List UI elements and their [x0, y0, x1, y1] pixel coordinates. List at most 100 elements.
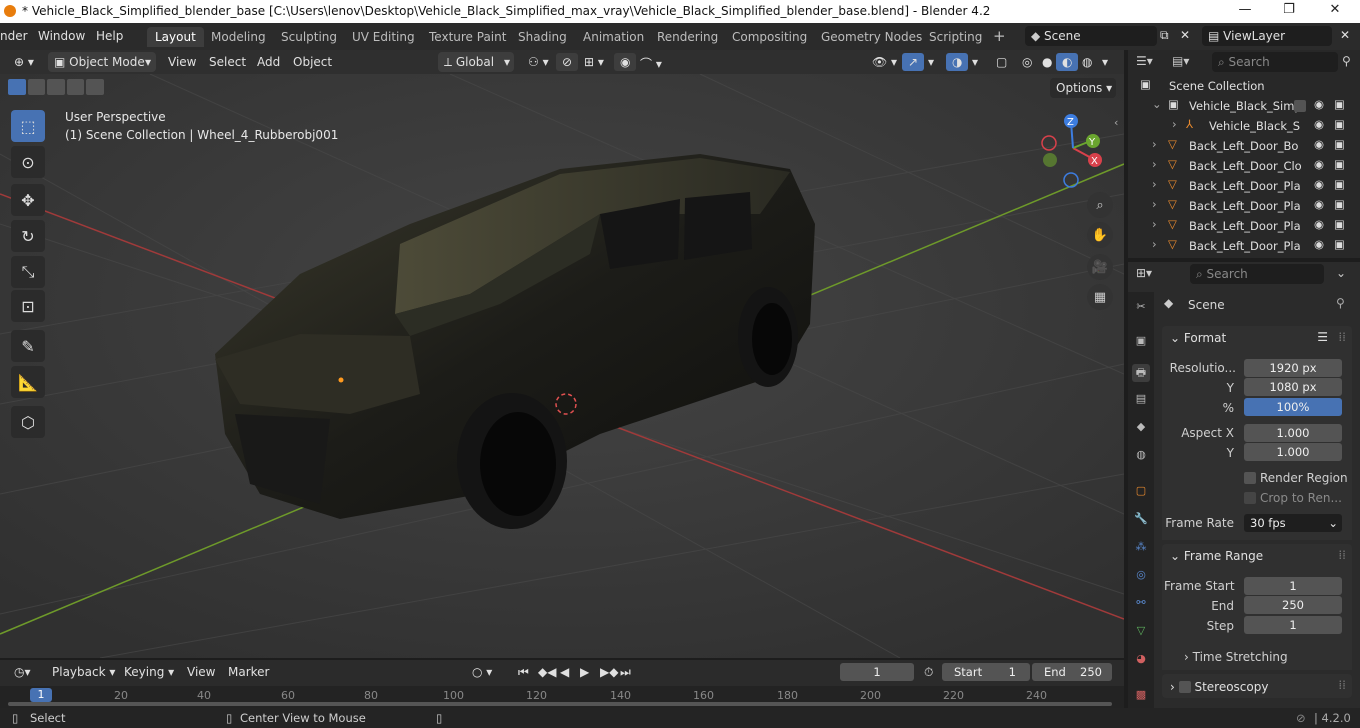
3d-viewport[interactable]: User Perspective (1) Scene Collection | … [0, 74, 1124, 658]
filter-icon[interactable]: ⚲ [1342, 54, 1351, 68]
select-intersect-icon[interactable] [86, 79, 104, 95]
menu-window[interactable]: Window [38, 29, 85, 43]
outliner-item[interactable]: › ▽ Back_Left_Door_Pla ◉ ▣ [1128, 177, 1360, 197]
camera-icon[interactable]: ▣ [1334, 117, 1345, 131]
camera-icon[interactable]: ▣ [1334, 157, 1345, 171]
resolution-y-field[interactable]: 1080 px [1244, 378, 1342, 396]
select-new-icon[interactable] [8, 79, 26, 95]
exclude-checkbox[interactable] [1294, 100, 1306, 112]
constraints-tab-icon[interactable]: ⚯ [1132, 596, 1150, 614]
modifier-tab-icon[interactable]: 🔧 [1132, 512, 1150, 530]
texture-tab-icon[interactable]: ▩ [1132, 688, 1150, 706]
outliner-item[interactable]: › ▽ Back_Left_Door_Clo ◉ ▣ [1128, 157, 1360, 177]
stopwatch-icon[interactable]: ⏱ [918, 663, 939, 681]
eye-icon[interactable]: ◉ [1314, 117, 1324, 131]
outliner-item[interactable]: › ⅄ Vehicle_Black_S ◉ ▣ [1128, 117, 1360, 137]
output-tab-icon[interactable]: 🖶 [1132, 364, 1150, 382]
view-layer-tab-icon[interactable]: ▤ [1132, 392, 1150, 410]
remove-view-layer-icon[interactable]: ✕ [1340, 28, 1350, 42]
eye-icon[interactable]: ◉ [1314, 197, 1324, 211]
navigation-gizmo[interactable]: X Y Z [1035, 110, 1115, 190]
camera-icon[interactable]: ▣ [1334, 197, 1345, 211]
eye-icon[interactable]: ◉ [1314, 97, 1324, 111]
outliner-item[interactable]: › ▽ Back_Left_Door_Pla ◉ ▣ [1128, 217, 1360, 237]
time-stretching-subpanel[interactable]: › Time Stretching [1184, 650, 1288, 664]
delete-scene-icon[interactable]: ✕ [1180, 28, 1190, 42]
select-subtract-icon[interactable] [47, 79, 65, 95]
chevron-down-icon[interactable]: ⌄ [1336, 266, 1346, 280]
aspect-y-field[interactable]: 1.000 [1244, 443, 1342, 461]
eye-icon[interactable]: ◉ [1314, 237, 1324, 251]
camera-icon[interactable]: ▣ [1334, 137, 1345, 151]
render-tab-icon[interactable]: ▣ [1132, 334, 1150, 352]
properties-search-input[interactable]: ⌕ Search [1190, 264, 1324, 284]
world-tab-icon[interactable]: ◍ [1132, 448, 1150, 466]
add-workspace-button[interactable]: + [985, 27, 1014, 47]
perspective-toggle-icon[interactable]: ▦ [1087, 284, 1113, 310]
camera-icon[interactable]: ▣ [1334, 177, 1345, 191]
move-tool-icon[interactable]: ✥ [11, 184, 45, 216]
falloff-icon[interactable]: ⌒ ▾ [634, 53, 668, 71]
scene-selector[interactable]: ◆ Scene [1025, 26, 1157, 46]
tab-texture-paint[interactable]: Texture Paint [421, 27, 514, 47]
play-icon[interactable]: ▶ [574, 663, 595, 681]
view-layer-selector[interactable]: ▤ ViewLayer [1202, 26, 1332, 46]
minimize-button[interactable]: — [1230, 2, 1260, 20]
outliner-item[interactable]: › ▽ Back_Left_Door_Pla ◉ ▣ [1128, 197, 1360, 217]
auto-keying-icon[interactable]: ○ ▾ [466, 663, 498, 681]
tab-rendering[interactable]: Rendering [649, 27, 726, 47]
format-panel-header[interactable]: ⌄ Format ☰ ⁞⁞ [1162, 326, 1352, 350]
tab-animation[interactable]: Animation [575, 27, 652, 47]
outliner-item[interactable]: ⌄ ▣ Vehicle_Black_Simp ◉ ▣ [1128, 97, 1360, 117]
frame-end-field[interactable]: 250 [1244, 596, 1342, 614]
scale-tool-icon[interactable]: ⤡ [11, 256, 45, 288]
timeline-end-field[interactable]: End 250 [1032, 663, 1112, 681]
resolution-percent-field[interactable]: 100% [1244, 398, 1342, 416]
menu-playback[interactable]: Playback ▾ [46, 663, 121, 681]
menu-help[interactable]: Help [96, 29, 123, 43]
play-reverse-icon[interactable]: ◀ [554, 663, 575, 681]
add-cube-tool-icon[interactable]: ⬡ [11, 406, 45, 438]
tab-compositing[interactable]: Compositing [724, 27, 815, 47]
tab-sculpting[interactable]: Sculpting [273, 27, 345, 47]
snap-icon[interactable]: ⊘ [556, 53, 579, 71]
menu-keying[interactable]: Keying ▾ [118, 663, 180, 681]
select-extend-icon[interactable] [27, 79, 46, 95]
camera-icon[interactable]: ▣ [1334, 97, 1345, 111]
tab-modeling[interactable]: Modeling [203, 27, 274, 47]
outliner-display-mode-icon[interactable]: ▤▾ [1172, 54, 1189, 68]
tab-layout[interactable]: Layout [147, 27, 204, 47]
tab-shading[interactable]: Shading [510, 27, 575, 47]
current-frame-field[interactable]: 1 [840, 663, 914, 681]
properties-editor-type-icon[interactable]: ⊞▾ [1136, 266, 1152, 280]
tab-uv-editing[interactable]: UV Editing [344, 27, 423, 47]
eye-icon[interactable]: ◉ [1314, 177, 1324, 191]
drag-handle-icon[interactable]: ⁞⁞ [1338, 330, 1346, 344]
editor-type-icon[interactable]: ⊕ ▾ [8, 53, 40, 71]
crop-checkbox[interactable] [1244, 492, 1256, 504]
data-tab-icon[interactable]: ▽ [1132, 624, 1150, 642]
stereoscopy-checkbox[interactable] [1178, 681, 1191, 693]
object-tab-icon[interactable]: ▢ [1132, 484, 1150, 502]
menu-render[interactable]: nder [0, 29, 28, 43]
outliner-editor-type-icon[interactable]: ☰▾ [1136, 54, 1153, 68]
eye-icon[interactable]: ◉ [1314, 157, 1324, 171]
object-mode-dropdown[interactable]: ▣ Object Mode ▾ [48, 52, 156, 72]
timeline-editor-type-icon[interactable]: ◷▾ [8, 663, 37, 681]
frame-range-panel-header[interactable]: ⌄ Frame Range ⁞⁞ [1162, 544, 1352, 568]
rotate-tool-icon[interactable]: ↻ [11, 220, 45, 252]
measure-tool-icon[interactable]: 📐 [11, 366, 45, 398]
material-tab-icon[interactable]: ◕ [1132, 652, 1150, 670]
transform-orientation-dropdown[interactable]: ⟂ Global ▾ [438, 52, 514, 72]
select-invert-icon[interactable] [66, 79, 85, 95]
tool-tab-icon[interactable]: ✂ [1132, 300, 1150, 318]
frame-rate-dropdown[interactable]: 30 fps ⌄ [1244, 514, 1342, 532]
camera-icon[interactable]: ▣ [1334, 217, 1345, 231]
options-button[interactable]: Options ▾ [1050, 78, 1116, 98]
scene-tab-icon[interactable]: ◆ [1132, 420, 1150, 438]
menu-view[interactable]: View [162, 53, 202, 71]
drag-handle-icon[interactable]: ⁞⁞ [1338, 678, 1346, 692]
xray-icon[interactable]: ▢ [990, 53, 1013, 71]
menu-select[interactable]: Select [203, 53, 252, 71]
eye-icon[interactable]: ◉ [1314, 137, 1324, 151]
